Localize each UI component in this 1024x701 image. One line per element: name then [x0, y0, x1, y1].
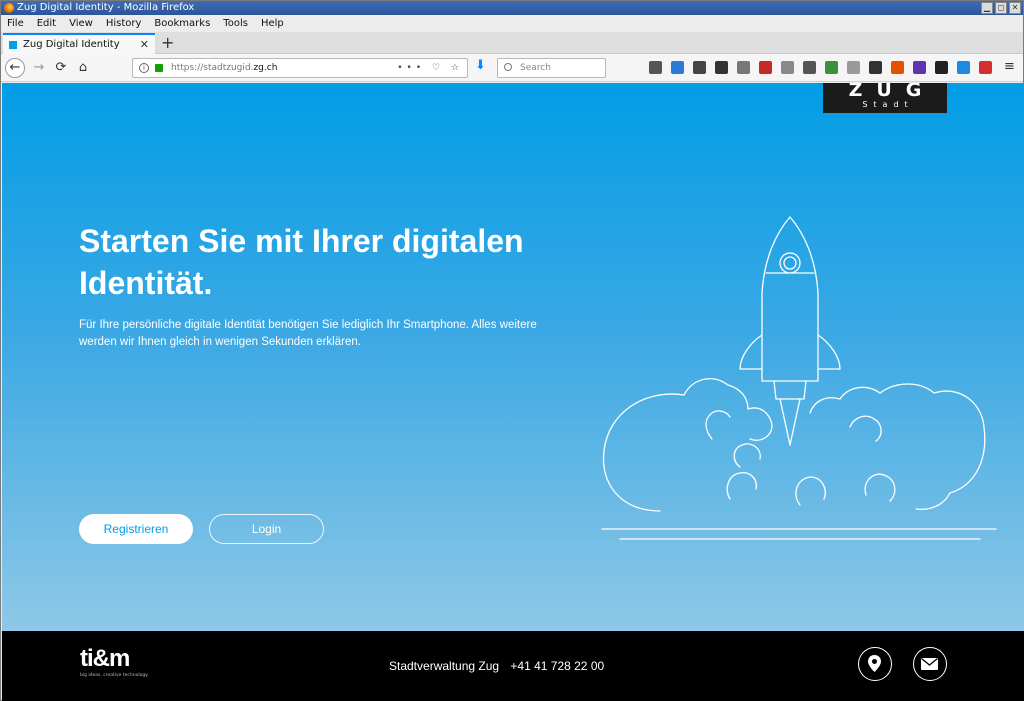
window-controls: ▁ ◻ ✕ — [981, 2, 1021, 14]
extension-icon[interactable] — [979, 61, 992, 74]
extension-icon[interactable] — [957, 61, 970, 74]
search-placeholder: Search — [520, 63, 551, 73]
rocket-right-fin — [817, 334, 841, 370]
tim-tagline: big ideas. creative technology. — [80, 673, 149, 678]
maximize-button[interactable]: ◻ — [995, 2, 1007, 14]
menu-help[interactable]: Help — [261, 18, 284, 29]
close-window-button[interactable]: ✕ — [1009, 2, 1021, 14]
home-button[interactable]: ⌂ — [73, 59, 93, 77]
cloud-right — [809, 383, 986, 511]
firefox-icon — [4, 3, 14, 13]
extension-icon[interactable] — [781, 61, 794, 74]
cloud-left-inner — [747, 407, 773, 441]
navigation-bar: ← → ⟳ ⌂ i https://stadtzugid.zg.ch ••• ♡… — [1, 54, 1023, 82]
window-title: Zug Digital Identity - Mozilla Firefox — [17, 2, 195, 13]
cloud-right-curl — [849, 415, 882, 442]
cloud-left-curl — [705, 410, 731, 440]
rocket-illustration-icon — [601, 216, 997, 540]
rocket-body — [761, 216, 819, 382]
new-tab-button[interactable]: + — [161, 32, 174, 53]
logo-subtext: Stadt — [862, 100, 914, 109]
menu-bar: File Edit View History Bookmarks Tools H… — [1, 15, 1023, 32]
page-content: ZUG Stadt Starten Sie mit Ihrer digitale… — [2, 83, 1024, 631]
extension-icon[interactable] — [913, 61, 926, 74]
forward-button[interactable]: → — [29, 59, 49, 77]
menu-history[interactable]: History — [106, 18, 142, 29]
cloud-center-curl — [733, 443, 761, 468]
back-button[interactable]: ← — [5, 58, 25, 78]
lock-icon[interactable] — [155, 64, 163, 72]
login-button[interactable]: Login — [209, 514, 324, 544]
extension-icon[interactable] — [935, 61, 948, 74]
extension-icon[interactable] — [847, 61, 860, 74]
location-pin-icon — [868, 655, 881, 672]
search-input[interactable]: Search — [497, 58, 606, 78]
rocket-window — [779, 252, 801, 274]
menu-bookmarks[interactable]: Bookmarks — [154, 18, 210, 29]
cloud-bottom-curl-1 — [726, 472, 757, 500]
url-prefix: https://stadtzugid. — [171, 63, 254, 73]
cloud-bottom-curl-3 — [864, 473, 896, 502]
menu-edit[interactable]: Edit — [37, 18, 56, 29]
info-icon[interactable]: i — [139, 63, 149, 73]
tab-label: Zug Digital Identity — [23, 39, 120, 50]
menu-tools[interactable]: Tools — [223, 18, 248, 29]
extension-icon[interactable] — [715, 61, 728, 74]
extension-icon[interactable] — [803, 61, 816, 74]
extension-icon[interactable] — [737, 61, 750, 74]
cloud-left — [602, 378, 749, 512]
rocket-flame — [779, 398, 801, 446]
extension-icon[interactable] — [891, 61, 904, 74]
mail-icon[interactable] — [913, 647, 947, 681]
minimize-button[interactable]: ▁ — [981, 2, 993, 14]
reload-button[interactable]: ⟳ — [51, 59, 71, 77]
tab-bar: Zug Digital Identity ✕ + — [1, 32, 1023, 55]
page-footer: ti&m big ideas. creative technology. Sta… — [2, 631, 1024, 701]
extension-icon[interactable] — [671, 61, 684, 74]
search-icon — [504, 63, 512, 71]
footer-phone[interactable]: +41 41 728 22 00 — [510, 659, 604, 673]
extension-icon[interactable] — [869, 61, 882, 74]
register-button[interactable]: Registrieren — [79, 514, 193, 544]
menu-file[interactable]: File — [7, 18, 24, 29]
footer-org: Stadtverwaltung Zug — [389, 659, 500, 673]
rocket-nozzle — [773, 380, 807, 400]
url-bar[interactable]: i https://stadtzugid.zg.ch ••• ♡ ☆ — [132, 58, 468, 78]
tab-close-icon[interactable]: ✕ — [140, 35, 149, 54]
rocket-window-inner — [783, 256, 797, 270]
envelope-icon — [921, 657, 938, 670]
menu-icon[interactable]: ≡ — [1004, 59, 1015, 74]
favicon-icon — [9, 41, 17, 49]
title-bar: Zug Digital Identity - Mozilla Firefox ▁… — [1, 1, 1023, 15]
menu-view[interactable]: View — [69, 18, 93, 29]
logo-text: ZUG — [848, 83, 936, 101]
cloud-bottom-curl-2 — [795, 476, 826, 506]
footer-contact: Stadtverwaltung Zug +41 41 728 22 00 — [389, 659, 612, 673]
page-actions-icon[interactable]: ••• ♡ ☆ — [397, 59, 463, 77]
tab-zug-digital-identity[interactable]: Zug Digital Identity ✕ — [3, 33, 155, 55]
extension-icon[interactable] — [759, 61, 772, 74]
download-icon[interactable]: ⬇ — [475, 58, 486, 73]
tim-logo[interactable]: ti&m — [80, 645, 130, 673]
rocket-left-fin — [739, 334, 763, 370]
zug-logo[interactable]: ZUG Stadt — [823, 83, 947, 113]
page-lead: Für Ihre persönliche digitale Identität … — [79, 319, 537, 348]
url-domain: zg.ch — [253, 63, 278, 73]
browser-window: Zug Digital Identity - Mozilla Firefox ▁… — [0, 0, 1024, 701]
page-title: Starten Sie mit Ihrer digitalen Identitä… — [79, 223, 524, 301]
location-icon[interactable] — [858, 647, 892, 681]
extension-icon[interactable] — [693, 61, 706, 74]
extension-icon[interactable] — [649, 61, 662, 74]
extension-icon[interactable] — [825, 61, 838, 74]
